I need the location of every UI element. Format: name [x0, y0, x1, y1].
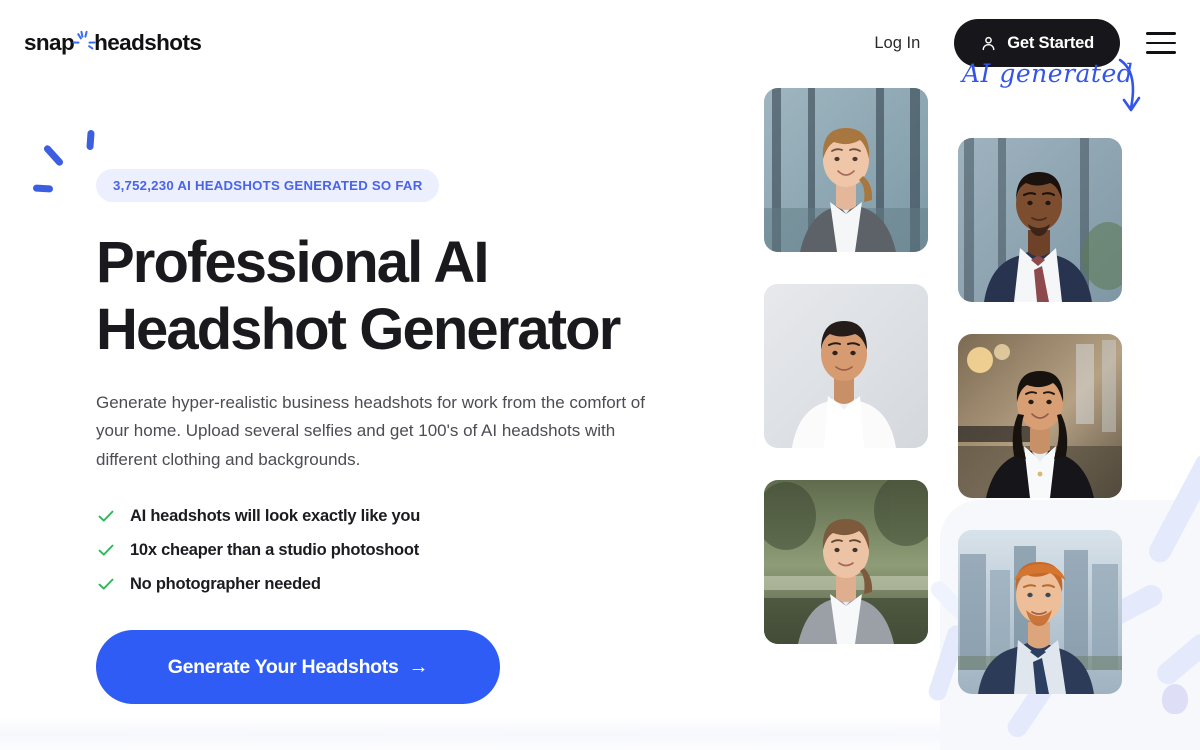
arrow-right-icon: →: [408, 656, 429, 679]
check-icon: [96, 540, 116, 560]
cta-label: Generate Your Headshots: [167, 655, 399, 678]
login-link[interactable]: Log In: [874, 34, 920, 53]
hero-subtitle: Generate hyper-realistic business headsh…: [96, 392, 645, 469]
benefits-list: AI headshots will look exactly like you …: [96, 506, 706, 594]
hero-copy: 3,752,230 AI HEADSHOTS GENERATED SO FAR …: [96, 86, 706, 705]
gallery-column-left: [764, 86, 928, 704]
person-icon: [980, 35, 997, 52]
generate-headshots-button[interactable]: Generate Your Headshots →: [96, 630, 500, 705]
get-started-label: Get Started: [1007, 33, 1094, 52]
check-icon: [96, 574, 116, 594]
headshot-photo[interactable]: [764, 284, 928, 448]
site-header: snap headshots Log In Get Started: [0, 0, 1200, 86]
sparkle-burst-icon: [72, 30, 96, 54]
gallery-column-right: [958, 86, 1122, 704]
brand-name-second: headshots: [94, 30, 202, 55]
list-item: 10x cheaper than a studio photoshoot: [96, 540, 706, 560]
page-title-line-2: Headshot Generator: [96, 297, 621, 363]
page-title-line-1: Professional AI: [96, 230, 489, 295]
get-started-button[interactable]: Get Started: [954, 19, 1120, 67]
benefit-label: 10x cheaper than a studio photoshoot: [130, 540, 419, 559]
list-item: AI headshots will look exactly like you: [96, 506, 706, 526]
brand-logo[interactable]: snap headshots: [24, 30, 202, 56]
list-item: No photographer needed: [96, 574, 706, 594]
brand-name-first: snap: [24, 30, 75, 55]
benefit-label: AI headshots will look exactly like you: [130, 506, 421, 525]
headshot-photo[interactable]: [958, 530, 1122, 694]
benefit-label: No photographer needed: [130, 574, 321, 593]
hero-section: 3,752,230 AI HEADSHOTS GENERATED SO FAR …: [0, 86, 1200, 705]
headshot-photo[interactable]: [958, 334, 1122, 498]
status-badge: 3,752,230 AI HEADSHOTS GENERATED SO FAR: [96, 169, 440, 202]
page-title: Professional AI Headshot Generator: [96, 229, 706, 364]
headshot-photo[interactable]: [958, 138, 1122, 302]
bottom-section-band: [0, 716, 1200, 750]
check-icon: [96, 506, 116, 526]
headshot-photo[interactable]: [764, 480, 928, 644]
headshot-photo[interactable]: [764, 88, 928, 252]
headshot-gallery: [706, 86, 1200, 704]
hamburger-menu-icon[interactable]: [1146, 32, 1176, 54]
